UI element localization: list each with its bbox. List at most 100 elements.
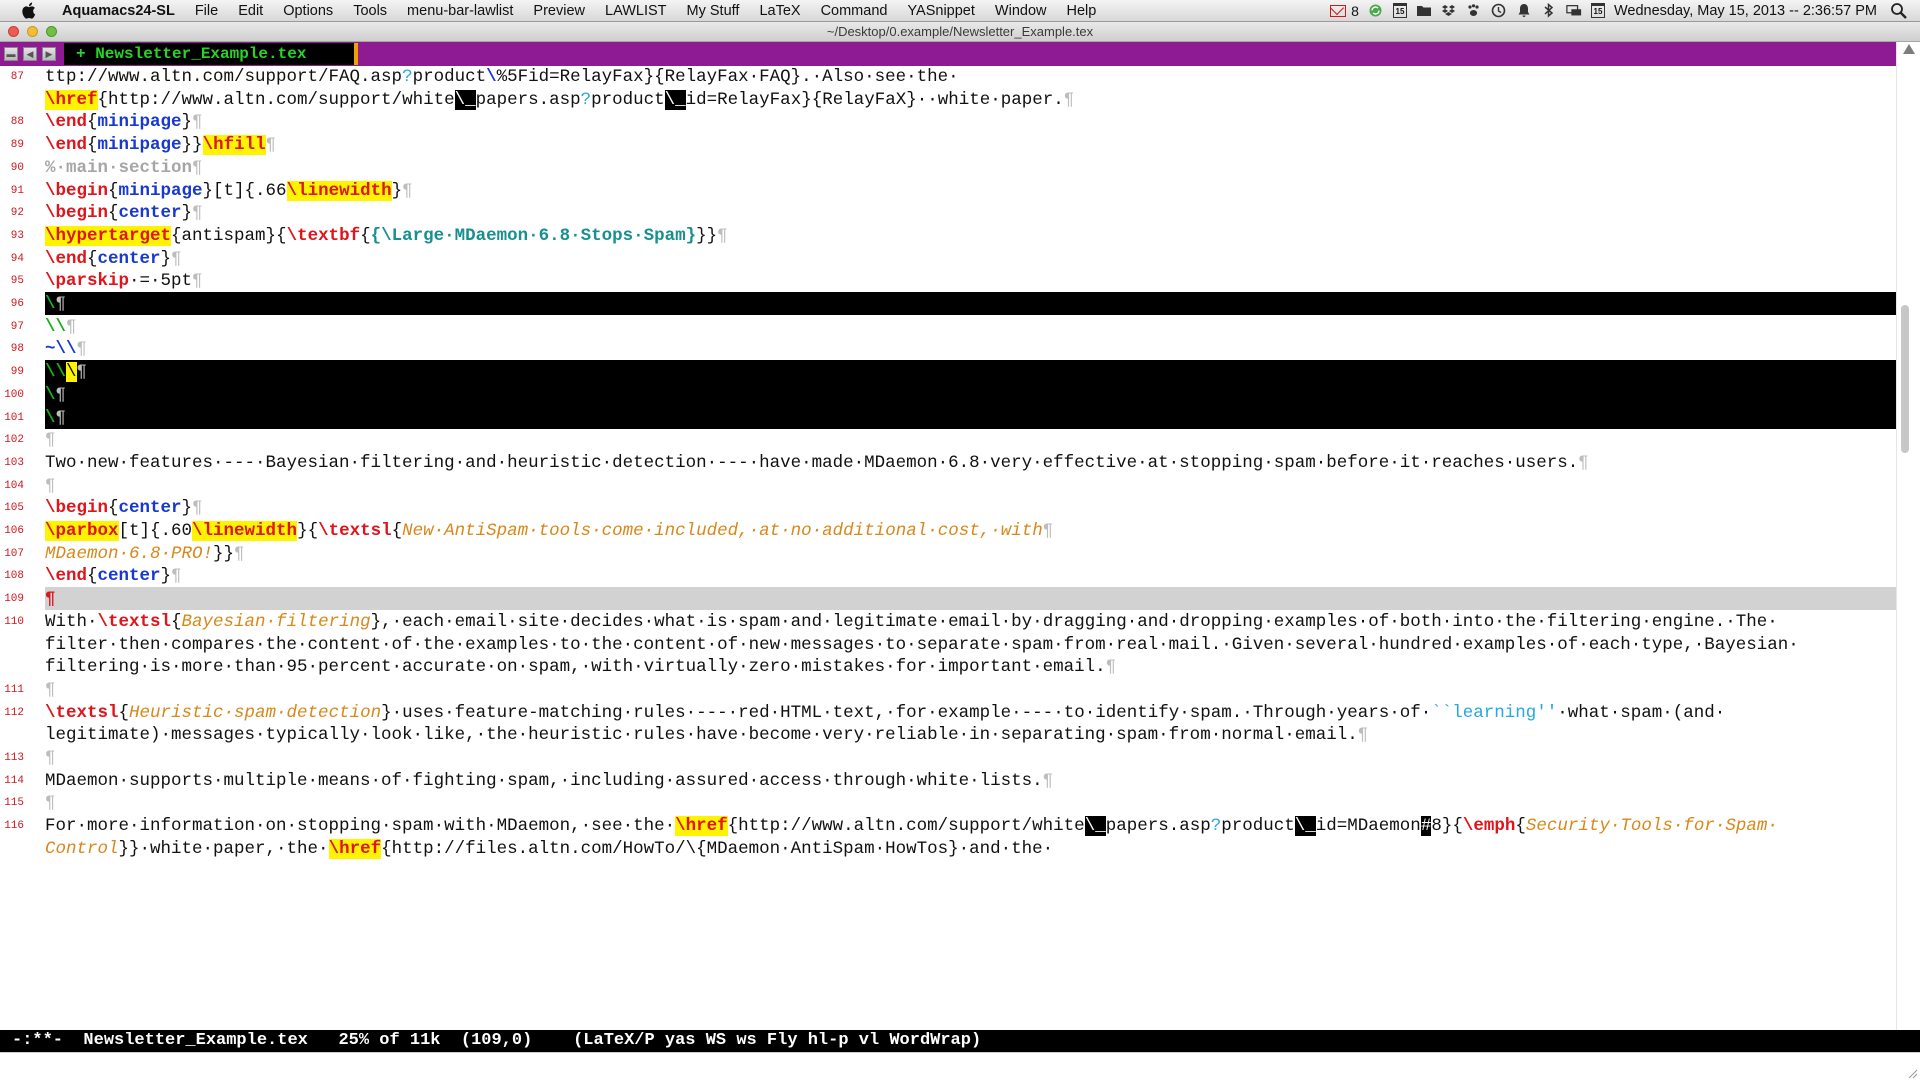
code-token: } — [181, 112, 193, 132]
code-text: legitimate)·messages·typically·look·like… — [45, 725, 1368, 745]
code-token: \parskip — [45, 271, 130, 291]
menu-edit[interactable]: Edit — [228, 0, 273, 22]
code-token: }[t]{.66 — [202, 181, 287, 201]
line-number: 96 — [10, 298, 24, 310]
code-token: \\ — [45, 317, 67, 337]
code-token: Security·Tools·for·Spam· — [1525, 816, 1778, 836]
calendar-icon[interactable]: 15 — [1392, 3, 1407, 18]
folder-icon[interactable] — [1416, 3, 1432, 19]
code-token: center — [118, 203, 182, 223]
code-token: { — [108, 181, 119, 201]
code-token: \_ — [1084, 816, 1106, 836]
vertical-scrollbar[interactable] — [1896, 42, 1920, 1030]
menubar-clock[interactable]: Wednesday, May 15, 2013 -- 2:36:57 PM — [1614, 3, 1877, 19]
tabbar-prev-button[interactable]: ◀ — [23, 47, 37, 61]
code-line[interactable]: Control}}·white·paper,·the·\href{http://… — [0, 839, 1896, 867]
code-text: %·main·section¶ — [45, 158, 203, 178]
menu-tools[interactable]: Tools — [343, 0, 397, 22]
menu-lawlist[interactable]: LAWLIST — [595, 0, 677, 22]
tabbar-next-button[interactable]: ▶ — [42, 47, 56, 61]
line-number: 98 — [10, 343, 24, 355]
code-token: }} — [696, 226, 718, 246]
menu-preview[interactable]: Preview — [523, 0, 595, 22]
code-token: {\Large·MDaemon·6.8·Stops·Spam} — [370, 226, 697, 246]
line-number: 110 — [4, 616, 24, 628]
code-token: \\ — [45, 362, 67, 382]
code-text: ¶ — [45, 793, 56, 813]
code-token: product — [412, 67, 487, 87]
line-number: 108 — [4, 570, 24, 582]
code-token: ~\\ — [45, 339, 77, 359]
menu-command[interactable]: Command — [811, 0, 898, 22]
code-text: With·\textsl{Bayesian·filtering},·each·e… — [45, 612, 1778, 632]
code-token: ¶ — [192, 112, 203, 132]
tabbar-menu-button[interactable]: ▬ — [4, 47, 18, 61]
menu-bar: Aquamacs24-SL File Edit Options Tools me… — [0, 0, 1920, 22]
code-token: ¶ — [192, 271, 203, 291]
timemachine-icon[interactable] — [1491, 3, 1507, 19]
menu-options[interactable]: Options — [273, 0, 343, 22]
mail-icon[interactable] — [1330, 4, 1347, 17]
menu-yasnippet[interactable]: YASnippet — [897, 0, 984, 22]
code-token: \hypertarget — [45, 226, 172, 246]
apple-menu-icon[interactable] — [18, 1, 38, 21]
code-token: ¶ — [45, 589, 56, 609]
code-token: { — [360, 226, 371, 246]
dropbox-icon[interactable] — [1441, 3, 1457, 19]
code-token: ? — [402, 67, 413, 87]
line-number: 111 — [4, 684, 24, 696]
code-token: ¶ — [55, 294, 67, 314]
code-text: \\\¶ — [45, 362, 87, 382]
mode-line: -:**- Newsletter_Example.tex 25% of 11k … — [0, 1030, 1920, 1052]
code-token: filtering·is·more·than·95·percent·accura… — [45, 657, 1106, 677]
code-token: \end — [45, 566, 88, 586]
code-token: \parbox — [45, 521, 119, 541]
code-token: Two·new·features·---·Bayesian·filtering·… — [45, 453, 1579, 473]
tab-newsletter-example[interactable]: + Newsletter_Example.tex — [64, 43, 354, 65]
menu-app-name[interactable]: Aquamacs24-SL — [52, 0, 185, 22]
menu-bar-lawlist[interactable]: menu-bar-lawlist — [397, 0, 523, 22]
sync-icon[interactable] — [1368, 3, 1384, 19]
code-token: minipage — [97, 112, 182, 132]
code-token: ¶ — [1105, 657, 1117, 677]
calendar-date-icon[interactable]: 15 — [1590, 3, 1605, 18]
resize-grip-icon[interactable] — [1906, 1067, 1918, 1079]
code-token: Heuristic·spam·detection — [129, 703, 382, 723]
echo-area[interactable] — [0, 1052, 1920, 1081]
code-text: ¶ — [45, 476, 56, 496]
scroll-up-arrow-icon[interactable] — [1903, 44, 1915, 54]
notification-bell-icon[interactable] — [1516, 3, 1532, 19]
menu-help[interactable]: Help — [1056, 0, 1106, 22]
menu-latex[interactable]: LaTeX — [749, 0, 810, 22]
scrollbar-thumb[interactable] — [1901, 305, 1909, 453]
line-number: 104 — [4, 480, 24, 492]
code-token: }·uses·feature-matching·rules·---·red·HT… — [381, 703, 1432, 723]
code-token: \begin — [45, 203, 109, 223]
code-token: ¶ — [402, 181, 413, 201]
paw-icon[interactable] — [1466, 3, 1482, 19]
code-token: { — [1515, 816, 1526, 836]
code-text: ¶ — [45, 430, 56, 450]
code-token: center — [97, 249, 161, 269]
code-token: { — [87, 566, 98, 586]
code-text: \parskip·=·5pt¶ — [45, 271, 203, 291]
spotlight-search-icon[interactable] — [1890, 2, 1908, 20]
code-text: For·more·information·on·stopping·spam·wi… — [45, 816, 1778, 836]
code-text: \begin{center}¶ — [45, 203, 203, 223]
code-token: ¶ — [1357, 725, 1369, 745]
display-icon[interactable] — [1566, 3, 1582, 19]
code-text: \href{http://www.altn.com/support/white\… — [45, 90, 1074, 110]
menu-my-stuff[interactable]: My Stuff — [677, 0, 750, 22]
code-text: ¶ — [45, 748, 56, 768]
menu-window[interactable]: Window — [985, 0, 1057, 22]
code-text: ttp://www.altn.com/support/FAQ.asp?produ… — [45, 67, 959, 87]
menu-file[interactable]: File — [185, 0, 228, 22]
editor-buffer[interactable]: 87 ttp://www.altn.com/support/FAQ.asp?pro… — [0, 66, 1896, 1030]
code-token: ¶ — [76, 339, 88, 359]
bluetooth-icon[interactable] — [1541, 3, 1557, 19]
line-number: 91 — [10, 185, 24, 197]
code-token: { — [118, 703, 130, 723]
code-token: ¶ — [45, 793, 56, 813]
code-token: ¶ — [55, 385, 67, 405]
code-token: \begin — [45, 498, 109, 518]
